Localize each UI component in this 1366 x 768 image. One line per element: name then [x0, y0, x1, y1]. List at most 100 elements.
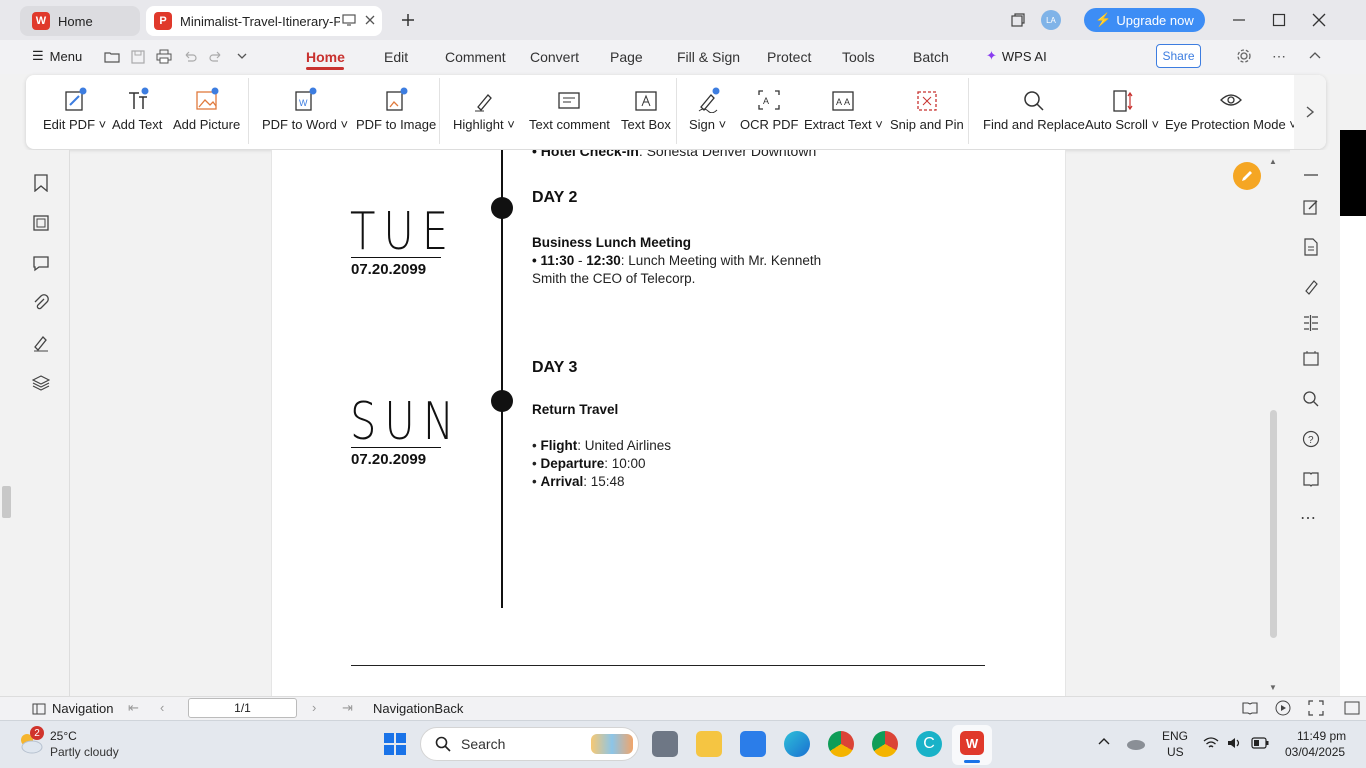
tab-convert[interactable]: Convert	[530, 49, 579, 65]
tab-page[interactable]: Page	[610, 49, 643, 65]
tab-protect[interactable]: Protect	[767, 49, 811, 65]
document-convert-icon[interactable]	[1302, 238, 1320, 256]
layers-icon[interactable]	[32, 374, 50, 392]
next-page-icon[interactable]: ›	[312, 700, 316, 715]
clock-time[interactable]: 11:49 pm	[1297, 729, 1346, 743]
open-file-icon[interactable]	[104, 49, 120, 65]
share-button[interactable]: Share	[1156, 44, 1201, 68]
find-replace-button[interactable]: Find and Replace	[983, 87, 1085, 132]
reading-mode-icon[interactable]	[1302, 470, 1320, 488]
chrome-profile-icon[interactable]	[872, 731, 898, 757]
compare-icon[interactable]	[1302, 314, 1320, 332]
eye-protection-button[interactable]: Eye Protection Mode ˅	[1165, 87, 1297, 132]
fullscreen-icon[interactable]	[1308, 700, 1324, 716]
scroll-down-icon[interactable]: ▼	[1269, 683, 1277, 692]
minimize-icon[interactable]	[1232, 13, 1246, 27]
collapse-ribbon-icon[interactable]	[1308, 49, 1322, 63]
print-icon[interactable]	[156, 49, 172, 65]
edit-pdf-button[interactable]: Edit PDF ˅	[43, 87, 106, 132]
edge-icon[interactable]	[784, 731, 810, 757]
wps-taskbar-active[interactable]: W	[952, 725, 992, 765]
extract-text-button[interactable]: AA Extract Text ˅	[804, 87, 883, 132]
minus-icon[interactable]	[1302, 166, 1320, 184]
tab-comment[interactable]: Comment	[445, 49, 506, 65]
bookmark-icon[interactable]	[32, 174, 50, 192]
wifi-icon[interactable]	[1203, 736, 1219, 750]
search-icon[interactable]	[1302, 390, 1320, 408]
help-icon[interactable]: ?	[1302, 430, 1320, 448]
undo-icon[interactable]	[182, 49, 198, 65]
tab-batch[interactable]: Batch	[913, 49, 949, 65]
sidebar-handle[interactable]	[2, 486, 11, 518]
input-language[interactable]: ENG	[1162, 729, 1188, 743]
highlight-button[interactable]: Highlight ˅	[453, 87, 515, 132]
avatar[interactable]: LA	[1041, 10, 1061, 30]
sign-pen-icon[interactable]	[1302, 278, 1320, 296]
play-icon[interactable]	[1275, 700, 1291, 716]
redo-icon[interactable]	[208, 49, 224, 65]
tab-home[interactable]: Home	[306, 49, 345, 65]
upgrade-button[interactable]: ⚡ Upgrade now	[1084, 8, 1205, 32]
settings-icon[interactable]	[1236, 48, 1252, 64]
weather-widget[interactable]: 2	[16, 726, 44, 756]
scroll-up-icon[interactable]: ▲	[1269, 157, 1277, 166]
more-tools-icon[interactable]: ⋯	[1300, 508, 1316, 528]
wps-ai-button[interactable]: ✦ WPS AI	[986, 48, 1047, 64]
store-icon[interactable]	[740, 731, 766, 757]
prev-page-icon[interactable]: ‹	[160, 700, 164, 715]
onedrive-icon[interactable]	[1126, 736, 1146, 750]
window-icon[interactable]	[1344, 701, 1360, 715]
text-comment-button[interactable]: Text comment	[529, 87, 610, 132]
last-page-icon[interactable]: ⇥	[342, 700, 353, 716]
canva-icon[interactable]: C	[916, 731, 942, 757]
ribbon-scroll-right-icon[interactable]	[1294, 75, 1326, 149]
file-explorer-icon[interactable]	[696, 731, 722, 757]
chevron-down-icon[interactable]	[236, 50, 248, 62]
page-number-input[interactable]: 1/1	[188, 698, 297, 718]
thumbnail-icon[interactable]	[32, 214, 50, 232]
close-tab-icon[interactable]	[363, 13, 377, 27]
task-view-icon[interactable]	[652, 731, 678, 757]
snip-pin-button[interactable]: Snip and Pin	[890, 87, 964, 132]
save-icon[interactable]	[130, 49, 146, 65]
screenshot-icon[interactable]	[1302, 350, 1320, 368]
auto-scroll-button[interactable]: Auto Scroll ˅	[1085, 87, 1159, 132]
taskbar-search[interactable]: Search	[420, 727, 639, 761]
edit-icon[interactable]	[1302, 198, 1320, 216]
tab-tools[interactable]: Tools	[842, 49, 875, 65]
navigation-back-label[interactable]: NavigationBack	[373, 701, 463, 716]
book-view-icon[interactable]	[1242, 701, 1258, 715]
add-text-button[interactable]: Add Text	[112, 87, 162, 132]
add-text-icon	[129, 87, 149, 109]
add-picture-button[interactable]: Add Picture	[173, 87, 240, 132]
first-page-icon[interactable]: ⇤	[128, 700, 139, 716]
tab-home-window[interactable]: W Home	[20, 6, 140, 36]
navigation-toggle[interactable]: Navigation	[32, 701, 113, 716]
more-options-icon[interactable]: ⋯	[1272, 48, 1286, 65]
signature-icon[interactable]	[32, 334, 50, 352]
sign-button[interactable]: Sign ˅	[689, 87, 726, 132]
battery-icon[interactable]	[1251, 737, 1269, 749]
quick-edit-button[interactable]	[1233, 162, 1261, 190]
system-tray-chevron-icon[interactable]	[1097, 735, 1111, 747]
start-button[interactable]	[384, 733, 406, 755]
vertical-scrollbar[interactable]	[1270, 410, 1277, 638]
tab-edit[interactable]: Edit	[384, 49, 408, 65]
new-tab-icon[interactable]	[400, 12, 416, 28]
ocr-pdf-button[interactable]: A OCR PDF	[740, 87, 799, 132]
chrome-icon[interactable]	[828, 731, 854, 757]
volume-icon[interactable]	[1227, 736, 1243, 750]
monitor-icon[interactable]	[342, 13, 356, 27]
window-restore-icon[interactable]	[1010, 12, 1026, 28]
pdf-to-image-button[interactable]: PDF to Image	[356, 87, 436, 132]
search-label: Search	[461, 736, 506, 752]
menu-button[interactable]: ☰ Menu	[32, 48, 82, 64]
tab-document[interactable]: P Minimalist-Travel-Itinerary-Pla	[146, 6, 382, 36]
attachment-icon[interactable]	[32, 294, 50, 312]
close-window-icon[interactable]	[1312, 13, 1326, 27]
tab-fill-sign[interactable]: Fill & Sign	[677, 49, 740, 65]
text-box-button[interactable]: Text Box	[621, 87, 671, 132]
pdf-to-word-button[interactable]: W PDF to Word ˅	[262, 87, 348, 132]
comment-icon[interactable]	[32, 254, 50, 272]
maximize-icon[interactable]	[1272, 13, 1286, 27]
